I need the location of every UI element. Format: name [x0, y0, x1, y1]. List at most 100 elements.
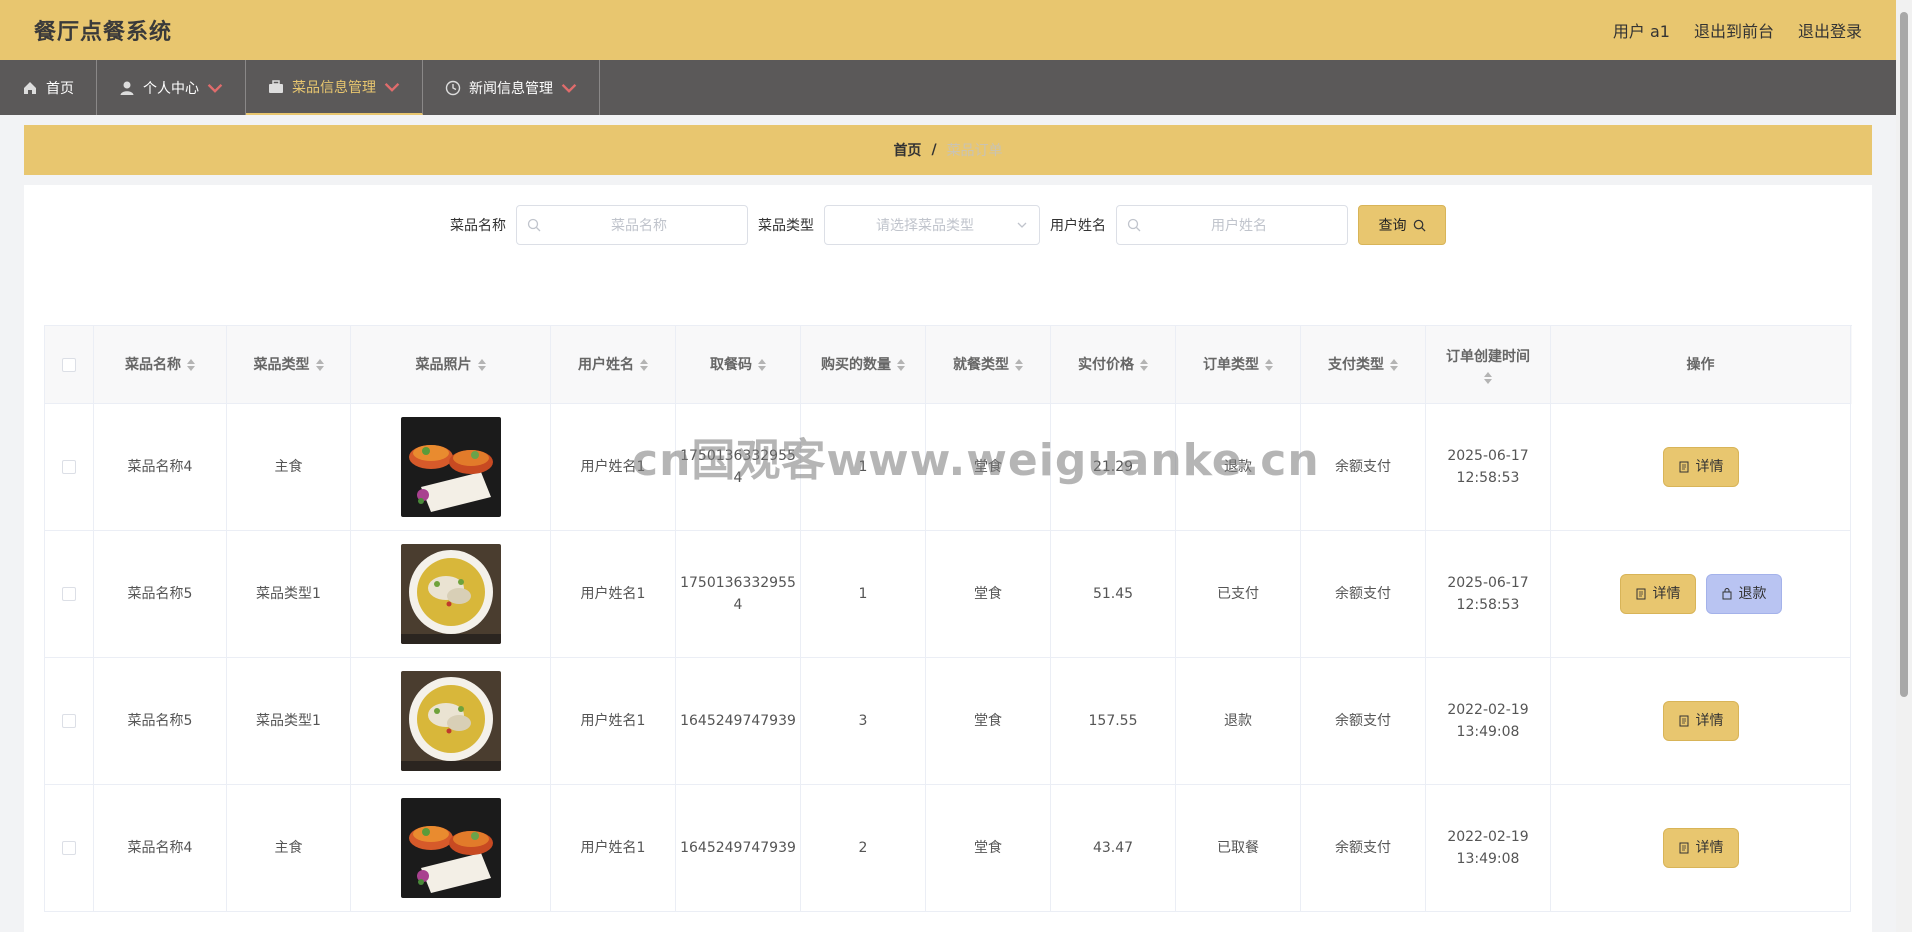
column-header[interactable]: 购买的数量 — [801, 326, 926, 404]
document-icon — [1679, 715, 1688, 727]
row-select-cell — [45, 785, 94, 912]
back-to-front-link[interactable]: 退出到前台 — [1694, 18, 1774, 42]
column-header[interactable]: 菜品类型 — [227, 326, 351, 404]
chevron-down-icon — [1017, 222, 1027, 228]
user-name-cell: 用户姓名1 — [551, 404, 676, 531]
created-time-cell: 2025-06-17 12:58:53 — [1426, 404, 1551, 531]
pickup-code-cell: 1750136332955 4 — [676, 531, 801, 658]
app-root: 餐厅点餐系统 用户 a1 退出到前台 退出登录 首页 个人中心 菜品信息管理 新… — [0, 0, 1912, 932]
price-cell: 157.55 — [1051, 658, 1176, 785]
row-checkbox[interactable] — [62, 587, 76, 601]
dish-type-placeholder: 请选择菜品类型 — [876, 218, 974, 234]
briefcase-icon — [269, 79, 283, 93]
column-header[interactable]: 就餐类型 — [926, 326, 1051, 404]
pay-type-cell: 余额支付 — [1301, 658, 1426, 785]
dish-photo-cell — [351, 785, 551, 912]
breadcrumb-home[interactable]: 首页 — [893, 140, 921, 160]
pickup-code-cell: 1645249747939 — [676, 658, 801, 785]
sort-icon[interactable] — [315, 358, 324, 371]
table-header-row: 菜品名称 菜品类型 菜品照片 用户姓名 取餐码 购买的数量 就餐类型 实付价格 … — [45, 326, 1852, 404]
created-time-cell: 2022-02-19 13:49:08 — [1426, 785, 1551, 912]
current-user-label[interactable]: 用户 a1 — [1613, 18, 1670, 42]
dish-photo-cell — [351, 404, 551, 531]
dish-name-placeholder: 菜品名称 — [611, 218, 667, 234]
home-icon — [24, 81, 36, 94]
actions-cell: 详情 — [1551, 658, 1851, 785]
query-button-label: 查询 — [1378, 218, 1407, 234]
sort-icon[interactable] — [1140, 358, 1148, 371]
nav-item-home[interactable]: 首页 — [0, 60, 97, 115]
dine-type-cell: 堂食 — [926, 404, 1051, 531]
dine-type-cell: 堂食 — [926, 531, 1051, 658]
nav-item-dish-management[interactable]: 菜品信息管理 — [246, 60, 423, 115]
pay-type-cell: 余额支付 — [1301, 785, 1426, 912]
dine-type-cell: 堂食 — [926, 658, 1051, 785]
main-nav: 首页 个人中心 菜品信息管理 新闻信息管理 — [0, 60, 1896, 115]
detail-button-label: 详情 — [1695, 459, 1724, 475]
nav-item-personal-center[interactable]: 个人中心 — [97, 60, 246, 115]
select-all-cell — [45, 326, 94, 404]
dish-name-cell: 菜品名称4 — [94, 404, 227, 531]
dish-type-cell: 主食 — [227, 785, 351, 912]
row-checkbox[interactable] — [62, 460, 76, 474]
nav-item-label: 新闻信息管理 — [469, 80, 553, 97]
detail-button[interactable]: 详情 — [1619, 574, 1696, 614]
column-header[interactable]: 菜品名称 — [94, 326, 227, 404]
actions-cell: 详情 — [1551, 785, 1851, 912]
pay-type-cell: 余额支付 — [1301, 531, 1426, 658]
sort-icon[interactable] — [1390, 358, 1398, 371]
dish-name-input[interactable]: 菜品名称 — [516, 205, 748, 245]
detail-button[interactable]: 详情 — [1662, 447, 1739, 487]
detail-button-label: 详情 — [1695, 840, 1724, 856]
column-header[interactable]: 菜品照片 — [351, 326, 551, 404]
nav-item-news-management[interactable]: 新闻信息管理 — [423, 60, 600, 115]
dish-type-select[interactable]: 请选择菜品类型 — [824, 205, 1040, 245]
chevron-down-icon — [207, 83, 223, 93]
quantity-cell: 3 — [801, 658, 926, 785]
detail-button[interactable]: 详情 — [1662, 828, 1739, 868]
sort-icon[interactable] — [1015, 358, 1023, 371]
column-header[interactable]: 订单创建时间 — [1426, 326, 1551, 404]
user-name-filter-label: 用户姓名 — [1050, 218, 1106, 234]
pickup-code-cell: 1645249747939 — [676, 785, 801, 912]
sort-icon[interactable] — [897, 358, 905, 371]
dish-photo-cell — [351, 531, 551, 658]
sort-icon[interactable] — [640, 358, 648, 371]
sort-icon[interactable] — [477, 358, 486, 371]
nav-item-label: 个人中心 — [143, 80, 199, 97]
scrollbar-thumb[interactable] — [1900, 12, 1908, 697]
sort-icon[interactable] — [1484, 371, 1492, 384]
actions-cell: 详情 — [1551, 404, 1851, 531]
nav-item-label: 菜品信息管理 — [292, 79, 376, 96]
column-header[interactable]: 订单类型 — [1176, 326, 1301, 404]
order-status-cell: 退款 — [1176, 658, 1301, 785]
sort-icon[interactable] — [187, 358, 195, 371]
logout-link[interactable]: 退出登录 — [1798, 18, 1862, 42]
search-icon — [1413, 219, 1426, 232]
column-header[interactable]: 用户姓名 — [551, 326, 676, 404]
user-name-input[interactable]: 用户姓名 — [1116, 205, 1348, 245]
page-scrollbar[interactable] — [1896, 0, 1912, 932]
table-row: 菜品名称5 菜品类型1 用户姓名1 1645249747939 3 堂食 157… — [45, 658, 1852, 785]
query-button[interactable]: 查询 — [1358, 205, 1446, 245]
select-all-checkbox[interactable] — [62, 357, 76, 372]
pickup-code-cell: 1750136332955 4 — [676, 404, 801, 531]
dish-photo — [400, 544, 501, 644]
price-cell: 51.45 — [1051, 531, 1176, 658]
sort-icon[interactable] — [758, 358, 766, 371]
row-checkbox[interactable] — [62, 841, 76, 855]
column-header[interactable]: 实付价格 — [1051, 326, 1176, 404]
user-name-cell: 用户姓名1 — [551, 531, 676, 658]
dish-name-cell: 菜品名称5 — [94, 658, 227, 785]
sort-icon[interactable] — [1265, 358, 1273, 371]
user-name-placeholder: 用户姓名 — [1211, 218, 1267, 234]
detail-button[interactable]: 详情 — [1662, 701, 1739, 741]
detail-button-label: 详情 — [1652, 586, 1681, 602]
column-header[interactable]: 支付类型 — [1301, 326, 1426, 404]
column-header[interactable]: 取餐码 — [676, 326, 801, 404]
order-status-cell: 退款 — [1176, 404, 1301, 531]
table-row: 菜品名称5 菜品类型1 用户姓名1 1750136332955 4 1 堂食 5… — [45, 531, 1852, 658]
dish-photo — [400, 798, 501, 898]
refund-button[interactable]: 退款 — [1705, 574, 1782, 614]
row-checkbox[interactable] — [62, 714, 76, 728]
